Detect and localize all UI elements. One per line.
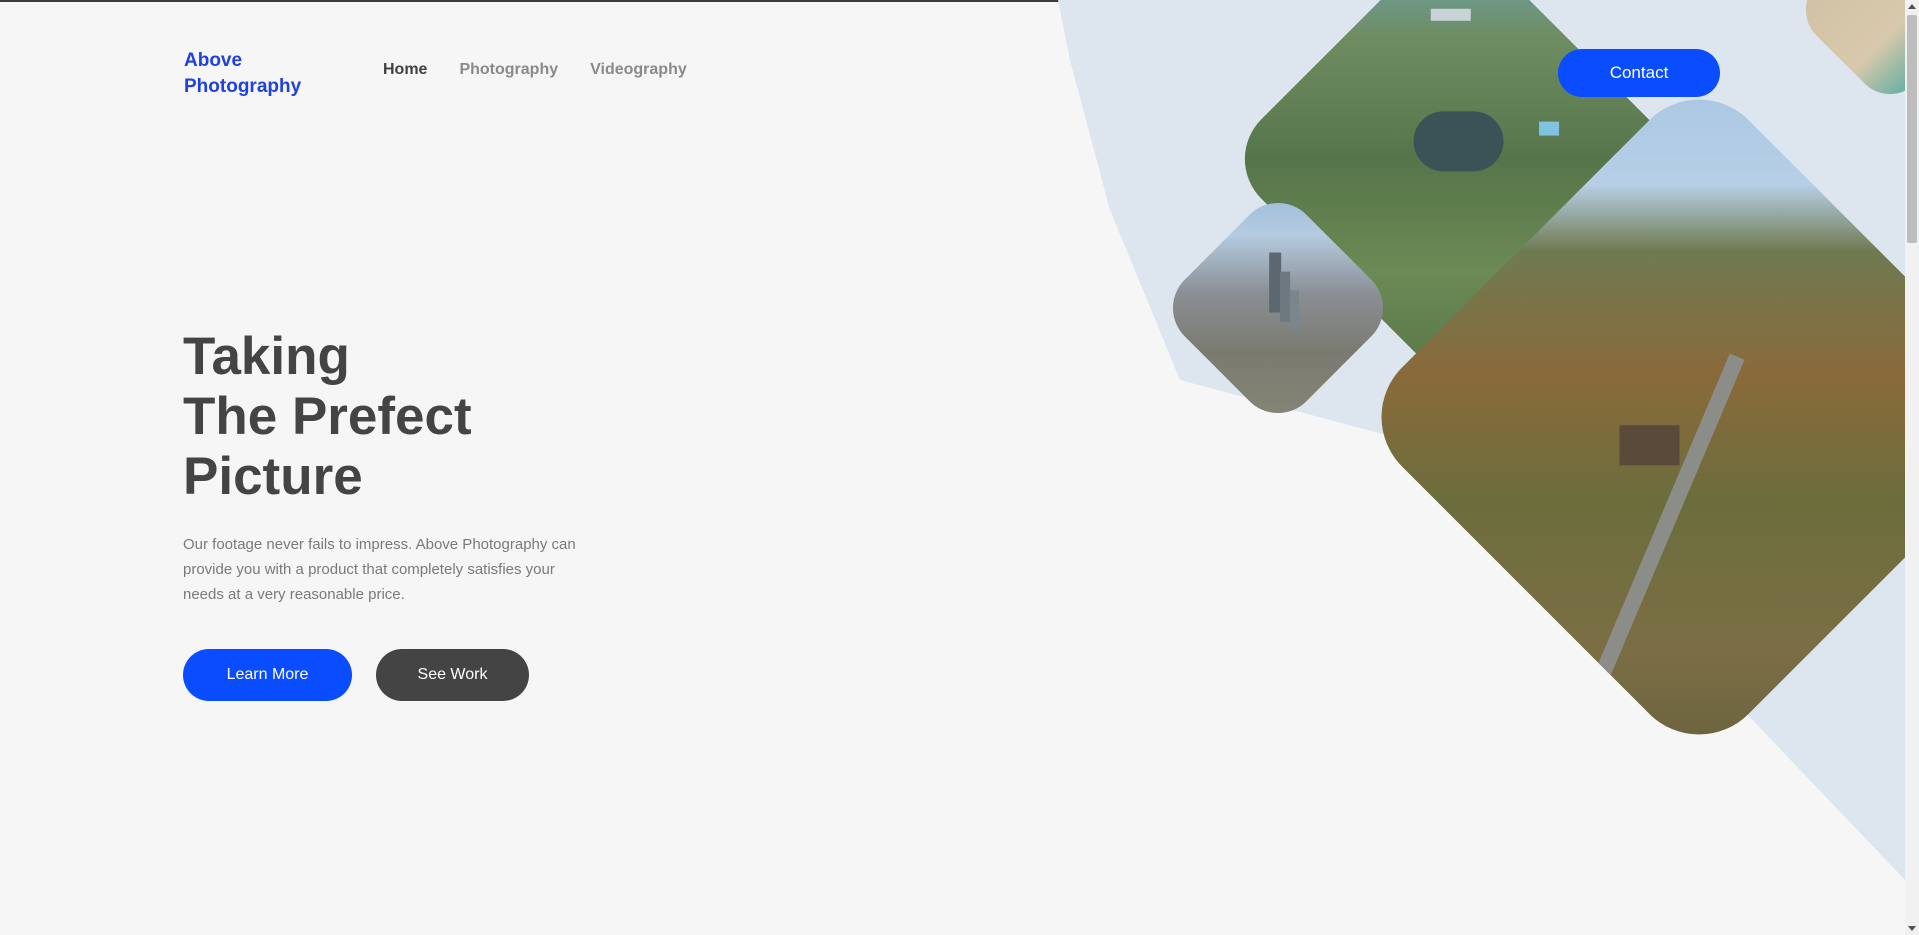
hero-title-line-3: Picture — [183, 447, 363, 506]
scroll-up-arrow-icon[interactable] — [1908, 4, 1916, 9]
see-work-button[interactable]: See Work — [376, 649, 529, 701]
hero-title-line-2: The Prefect — [183, 387, 472, 446]
hero-description: Our footage never fails to impress. Abov… — [183, 536, 576, 603]
scroll-down-arrow-icon[interactable] — [1908, 926, 1916, 931]
main-nav: Home Photography Videography — [383, 61, 687, 79]
scrollbar-thumb[interactable] — [1907, 15, 1917, 243]
vertical-scrollbar[interactable] — [1905, 0, 1919, 935]
nav-item-photography[interactable]: Photography — [459, 61, 558, 79]
logo[interactable]: Above Photography — [184, 48, 344, 100]
hero-title-line-1: Taking — [183, 327, 350, 386]
learn-more-button[interactable]: Learn More — [183, 649, 352, 701]
hero-title: Taking The Prefect Picture — [183, 327, 472, 507]
nav-item-home[interactable]: Home — [383, 61, 427, 79]
contact-button[interactable]: Contact — [1558, 49, 1720, 97]
nav-item-videography[interactable]: Videography — [590, 61, 687, 79]
